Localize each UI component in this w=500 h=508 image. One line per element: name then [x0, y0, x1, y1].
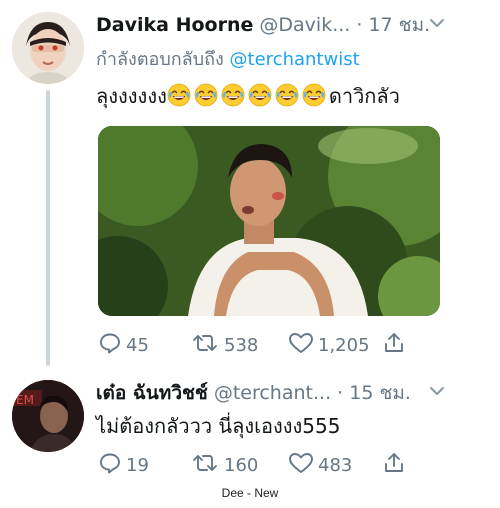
heart-icon	[288, 331, 318, 360]
retweet-count: 160	[224, 454, 259, 476]
replying-prefix: กำลังตอบกลับถึง	[96, 49, 224, 70]
like-count: 1,205	[318, 334, 370, 356]
user-handle[interactable]: @terchant...	[214, 382, 331, 404]
emoji-group	[167, 83, 329, 112]
replying-to: กำลังตอบกลับถึง @terchantwist	[96, 44, 360, 73]
share-icon	[382, 451, 410, 480]
face-with-tears-of-joy-icon	[194, 83, 218, 107]
reply-button[interactable]: 19	[98, 450, 149, 480]
chevron-down-icon[interactable]	[428, 382, 446, 405]
retweet-icon	[190, 331, 224, 360]
reply-count: 45	[126, 334, 149, 356]
heart-icon	[288, 451, 318, 480]
like-button[interactable]: 1,205	[288, 330, 370, 360]
separator-dot: ·	[356, 14, 363, 36]
share-button[interactable]	[382, 450, 410, 480]
action-bar: 19 160 483	[98, 450, 408, 480]
tweet-text-start: ลุงงงงงง	[96, 84, 167, 108]
display-name[interactable]: Davika Hoorne	[96, 14, 253, 36]
face-with-tears-of-joy-icon	[248, 83, 272, 107]
tweet-terchantwist: EM เต๋อ ฉันทวิชช์ @terchant... · 15 ชม. …	[0, 370, 500, 482]
tweet-photo[interactable]	[98, 126, 440, 316]
share-button[interactable]	[382, 330, 410, 360]
like-button[interactable]: 483	[288, 450, 352, 480]
svg-text:EM: EM	[16, 393, 34, 407]
display-name[interactable]: เต๋อ ฉันทวิชช์	[96, 382, 208, 404]
face-with-tears-of-joy-icon	[221, 83, 245, 107]
tweet-davika: Davika Hoorne @Davik... · 17 ชม. กำลังตอ…	[0, 0, 500, 370]
face-with-tears-of-joy-icon	[275, 83, 299, 107]
face-with-tears-of-joy-icon	[302, 83, 326, 107]
tweet-header: เต๋อ ฉันทวิชช์ @terchant... · 15 ชม.	[96, 378, 486, 406]
like-count: 483	[318, 454, 353, 476]
footer-credit: Dee - New	[221, 486, 279, 500]
retweet-count: 538	[224, 334, 259, 356]
separator-dot: ·	[337, 382, 344, 404]
tweet-header: Davika Hoorne @Davik... · 17 ชม.	[96, 10, 486, 38]
retweet-button[interactable]: 538	[190, 330, 258, 360]
reply-button[interactable]: 45	[98, 330, 149, 360]
avatar[interactable]: EM	[12, 380, 84, 452]
retweet-button[interactable]: 160	[190, 450, 258, 480]
mention-link[interactable]: @terchantwist	[230, 49, 360, 70]
timestamp[interactable]: 15 ชม.	[349, 382, 411, 404]
reply-count: 19	[126, 454, 149, 476]
tweet-text: ไม่ต้องกลัววว นี่ลุงเองงง555	[96, 414, 341, 438]
chevron-down-icon[interactable]	[428, 14, 446, 37]
timestamp[interactable]: 17 ชม.	[368, 14, 430, 36]
photo-of-man-outdoors-icon	[98, 126, 440, 316]
reply-icon	[98, 331, 126, 360]
thread-line	[46, 90, 50, 366]
retweet-icon	[190, 451, 224, 480]
avatar[interactable]	[12, 12, 84, 84]
tweet-text-end: ดาวิกลัว	[328, 84, 400, 108]
reply-icon	[98, 451, 126, 480]
tweet-text: ลุงงงงงง ดาวิกลัว	[96, 80, 400, 112]
face-with-tears-of-joy-icon	[167, 83, 191, 107]
share-icon	[382, 331, 410, 360]
action-bar: 45 538 1,205	[98, 330, 408, 360]
user-handle[interactable]: @Davik...	[259, 14, 350, 36]
